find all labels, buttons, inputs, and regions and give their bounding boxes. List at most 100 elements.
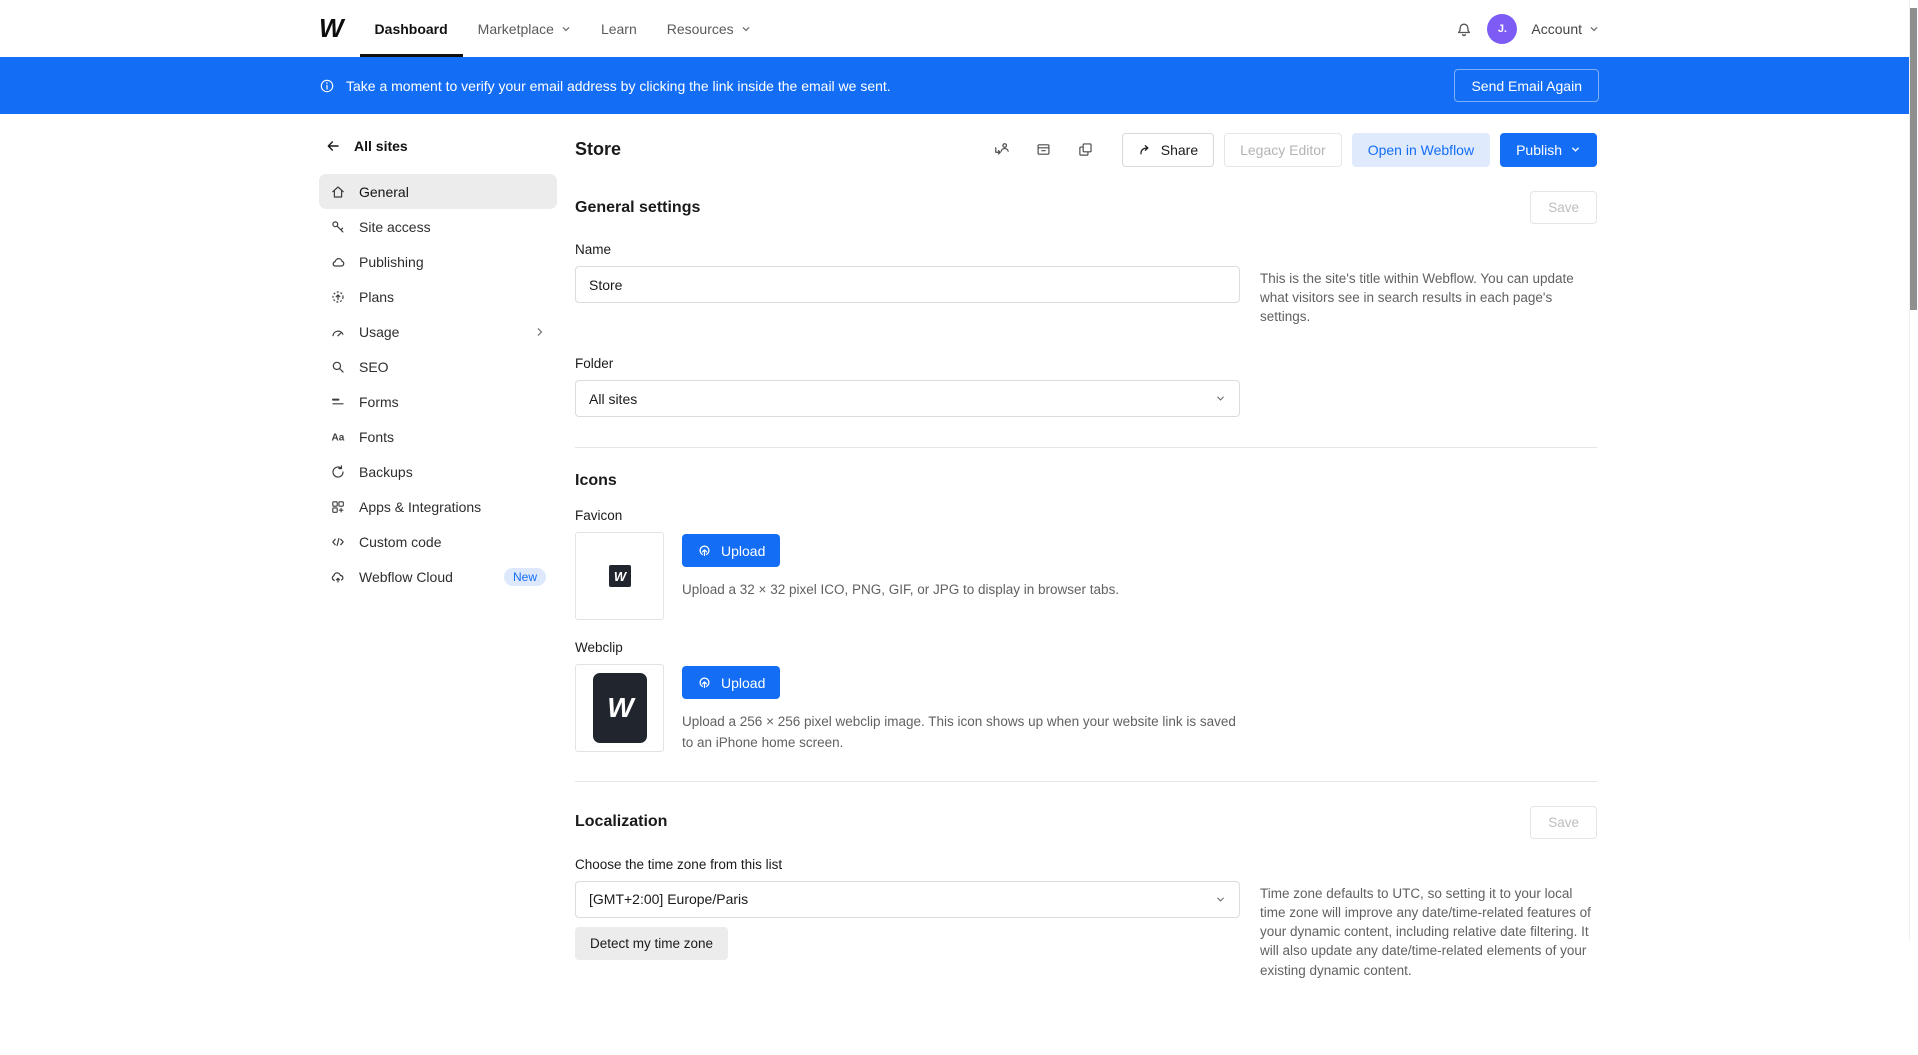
account-label: Account [1531,21,1582,37]
sidebar-item-plans[interactable]: Plans [319,279,557,314]
legacy-editor-button[interactable]: Legacy Editor [1224,133,1342,167]
section-heading-localization: Localization [575,813,667,831]
chevron-down-icon [1589,24,1599,34]
webclip-label: Webclip [575,640,1597,655]
webflow-logo-icon[interactable]: W [319,0,342,57]
upload-icon [697,675,712,690]
webclip-image: W [593,673,647,743]
webclip-upload-button[interactable]: Upload [682,666,780,699]
section-divider [575,781,1597,782]
sidebar-item-usage[interactable]: Usage [319,314,557,349]
sidebar-item-label: Usage [359,324,399,340]
nav-label: Resources [667,21,734,37]
favicon-image: W [609,565,631,587]
archive-site-icon[interactable] [1030,136,1058,164]
backups-icon [330,464,346,480]
sidebar-item-backups[interactable]: Backups [319,454,557,489]
primary-nav: Dashboard Marketplace Learn Resources [360,0,766,57]
nav-item-marketplace[interactable]: Marketplace [463,0,586,57]
name-help-text: This is the site's title within Webflow.… [1260,266,1595,326]
timezone-help-text: Time zone defaults to UTC, so setting it… [1260,881,1595,980]
nav-label: Marketplace [478,21,554,37]
transfer-site-icon[interactable] [988,136,1016,164]
sidebar-item-label: Publishing [359,254,424,270]
share-arrow-icon [1138,142,1153,157]
sidebar-item-apps-integrations[interactable]: Apps & Integrations [319,489,557,524]
sidebar-item-label: General [359,184,409,200]
info-icon [319,78,335,94]
sidebar-item-general[interactable]: General [319,174,557,209]
sidebar-item-label: Custom code [359,534,441,550]
favicon-help-text: Upload a 32 × 32 pixel ICO, PNG, GIF, or… [682,580,1119,600]
scrollbar-thumb[interactable] [1910,8,1917,310]
section-heading-general-settings: General settings [575,199,700,217]
chevron-down-icon [1570,144,1581,155]
folder-select[interactable]: All sites [575,380,1240,417]
svg-text:Aa: Aa [332,432,345,443]
back-to-all-sites[interactable]: All sites [319,132,557,174]
share-label: Share [1161,142,1198,158]
chevron-down-icon [741,24,751,34]
new-badge: New [504,568,546,586]
site-name-input[interactable] [575,266,1240,303]
share-button[interactable]: Share [1122,133,1214,167]
upload-label: Upload [721,675,765,691]
key-icon [330,219,346,235]
sidebar-item-publishing[interactable]: Publishing [319,244,557,279]
section-divider [575,447,1597,448]
nav-item-learn[interactable]: Learn [586,0,652,57]
sidebar-item-label: Fonts [359,429,394,445]
upload-label: Upload [721,543,765,559]
chevron-down-icon [561,24,571,34]
sidebar-item-webflow-cloud[interactable]: Webflow Cloud New [319,559,557,594]
arrow-left-icon [325,138,341,154]
send-email-again-button[interactable]: Send Email Again [1454,69,1599,102]
search-icon [330,359,346,375]
banner-message: Take a moment to verify your email addre… [346,78,891,94]
timezone-select[interactable]: [GMT+2:00] Europe/Paris [575,881,1240,918]
chevron-right-icon [534,326,546,338]
chevron-down-icon [1215,393,1226,404]
duplicate-site-icon[interactable] [1072,136,1100,164]
account-menu[interactable]: Account [1531,21,1599,37]
code-icon [330,534,346,550]
sidebar-item-seo[interactable]: SEO [319,349,557,384]
sidebar-item-label: Plans [359,289,394,305]
detect-timezone-button[interactable]: Detect my time zone [575,927,728,960]
sidebar-item-site-access[interactable]: Site access [319,209,557,244]
timezone-label: Choose the time zone from this list [575,857,1597,872]
favicon-upload-button[interactable]: Upload [682,534,780,567]
sidebar-item-custom-code[interactable]: Custom code [319,524,557,559]
avatar[interactable]: J. [1487,14,1517,44]
nav-item-dashboard[interactable]: Dashboard [360,0,463,57]
sidebar-item-label: Apps & Integrations [359,499,481,515]
favicon-preview[interactable]: W [575,532,664,620]
section-heading-icons: Icons [575,472,617,490]
notifications-bell-icon[interactable] [1455,20,1473,38]
timezone-selected-value: [GMT+2:00] Europe/Paris [589,891,748,907]
home-icon [330,184,346,200]
sidebar-item-fonts[interactable]: Aa Fonts [319,419,557,454]
name-field-label: Name [575,242,1597,257]
sidebar-item-label: Webflow Cloud [359,569,453,585]
cloud-icon [330,569,346,585]
nav-item-resources[interactable]: Resources [652,0,766,57]
webclip-preview[interactable]: W [575,664,664,752]
open-in-webflow-button[interactable]: Open in Webflow [1352,133,1490,167]
save-button[interactable]: Save [1530,191,1597,224]
email-verify-banner: Take a moment to verify your email addre… [0,57,1918,114]
folder-selected-value: All sites [589,391,637,407]
fonts-icon: Aa [330,429,346,445]
sidebar-item-label: Forms [359,394,399,410]
sidebar-item-label: SEO [359,359,389,375]
publishing-icon [330,254,346,270]
forms-icon [330,394,346,410]
publish-button[interactable]: Publish [1500,133,1597,167]
back-label: All sites [354,138,408,154]
settings-sidebar: All sites General Site access Publishing… [319,132,557,980]
sidebar-item-forms[interactable]: Forms [319,384,557,419]
nav-label: Dashboard [375,21,448,37]
webclip-help-text: Upload a 256 × 256 pixel webclip image. … [682,712,1247,753]
save-button[interactable]: Save [1530,806,1597,839]
publish-label: Publish [1516,142,1562,158]
